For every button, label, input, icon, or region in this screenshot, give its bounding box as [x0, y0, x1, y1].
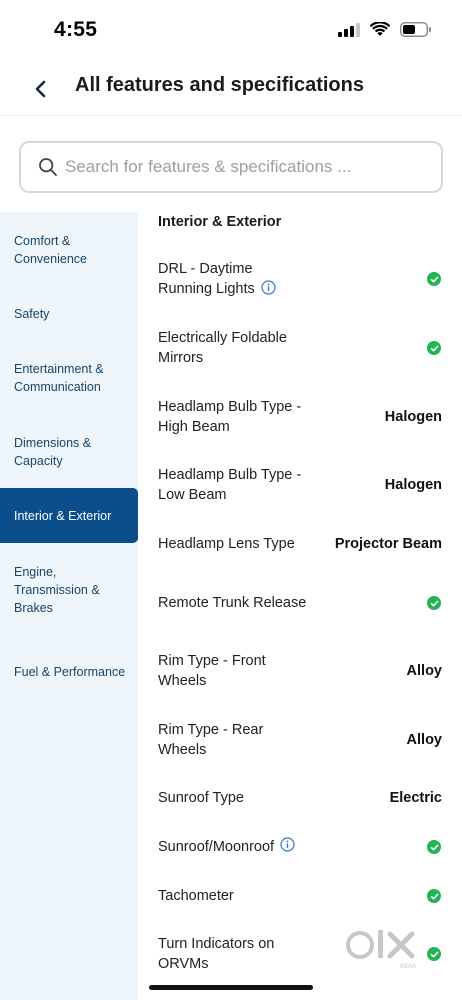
- sidebar-item-label: Engine, Transmission & Brakes: [14, 565, 100, 615]
- spec-label: Headlamp Bulb Type - High Beam: [158, 398, 302, 436]
- sidebar-item-label: Dimensions & Capacity: [14, 436, 92, 468]
- battery-icon: [400, 22, 431, 37]
- spec-row: Headlamp Lens Type Projector Beam: [158, 533, 442, 555]
- sidebar-item-label: Entertainment & Communication: [14, 362, 104, 394]
- check-circle-icon: [427, 889, 441, 903]
- spec-label: Headlamp Bulb Type - Low Beam: [158, 466, 302, 504]
- spec-row: Tachometer: [158, 885, 442, 907]
- sidebar-item-engine-transmission-brakes[interactable]: Engine, Transmission & Brakes: [0, 558, 138, 622]
- spec-row: Headlamp Bulb Type - High Beam Halogen: [158, 396, 442, 438]
- spec-label: Rim Type - Rear Wheels: [158, 721, 264, 759]
- header: All features and specifications: [0, 60, 462, 116]
- spec-row: Sunroof/Moonroof: [158, 836, 442, 858]
- search-icon: [37, 156, 59, 178]
- spec-label-text: Sunroof/Moonroof: [158, 838, 275, 855]
- spec-row: Rim Type - Rear Wheels Alloy: [158, 719, 442, 761]
- spec-row: Remote Trunk Release: [158, 582, 442, 624]
- sidebar-item-interior-exterior[interactable]: Interior & Exterior: [0, 488, 138, 543]
- spec-row: DRL - Daytime Running Lights: [158, 258, 442, 300]
- spec-row: Headlamp Bulb Type - Low Beam Halogen: [158, 464, 442, 506]
- section-title: Interior & Exterior: [158, 214, 282, 230]
- search-bar[interactable]: [19, 141, 443, 193]
- status-icons: [338, 22, 432, 37]
- page-title: All features and specifications: [75, 74, 364, 96]
- spec-label: DRL - Daytime Running Lights: [158, 259, 308, 300]
- sidebar-item-label: Interior & Exterior: [14, 508, 112, 523]
- home-indicator: [149, 985, 313, 990]
- sidebar-item-entertainment-communication[interactable]: Entertainment & Communication: [0, 350, 138, 406]
- olx-watermark-logo: INDIA: [346, 930, 416, 970]
- sidebar-item-label: Fuel & Performance: [14, 665, 126, 679]
- category-sidebar: Comfort & Convenience Safety Entertainme…: [0, 212, 138, 1000]
- spec-label: Sunroof/Moonroof: [158, 837, 295, 858]
- spec-label: Rim Type - Front Wheels: [158, 652, 266, 690]
- sidebar-item-label: Comfort & Convenience: [14, 234, 87, 266]
- spec-value: Alloy: [406, 732, 442, 748]
- check-circle-icon: [427, 596, 441, 610]
- wifi-icon: [370, 22, 390, 36]
- spec-label: Electrically Foldable Mirrors: [158, 329, 287, 367]
- status-bar: 4:55: [0, 0, 462, 60]
- chevron-left-icon: [35, 80, 46, 98]
- spec-row: Sunroof Type Electric: [158, 787, 442, 809]
- info-icon[interactable]: [280, 837, 295, 853]
- info-icon[interactable]: [261, 280, 276, 295]
- spec-label: Tachometer: [158, 887, 234, 904]
- check-circle-icon: [427, 272, 441, 286]
- sidebar-item-dimensions-capacity[interactable]: Dimensions & Capacity: [0, 424, 138, 480]
- sidebar-item-comfort-convenience[interactable]: Comfort & Convenience: [0, 222, 138, 278]
- spec-row: Electrically Foldable Mirrors: [158, 327, 442, 369]
- spec-label: Sunroof Type: [158, 789, 244, 806]
- spec-label: Headlamp Lens Type: [158, 535, 295, 552]
- check-circle-icon: [427, 840, 441, 854]
- spec-label: Turn Indicators on ORVMs: [158, 935, 275, 973]
- watermark-subtext: INDIA: [400, 964, 416, 970]
- cellular-signal-icon: [338, 22, 360, 37]
- check-circle-icon: [427, 341, 441, 355]
- specifications-panel: Interior & Exterior DRL - Daytime Runnin…: [138, 212, 462, 1000]
- spec-value: Halogen: [384, 477, 442, 493]
- spec-label-text: DRL - Daytime Running Lights: [158, 260, 255, 298]
- spec-value: Projector Beam: [334, 536, 442, 552]
- spec-value: Alloy: [406, 663, 442, 679]
- back-button[interactable]: [26, 74, 56, 104]
- sidebar-item-label: Safety: [14, 307, 50, 321]
- status-time: 4:55: [54, 18, 98, 41]
- spec-row: Rim Type - Front Wheels Alloy: [158, 650, 442, 692]
- spec-value: Electric: [389, 790, 442, 806]
- sidebar-item-fuel-performance[interactable]: Fuel & Performance: [0, 644, 138, 700]
- sidebar-item-safety[interactable]: Safety: [0, 296, 138, 332]
- spec-label: Remote Trunk Release: [158, 594, 307, 611]
- search-input[interactable]: [65, 157, 441, 177]
- spec-value: Halogen: [384, 409, 442, 425]
